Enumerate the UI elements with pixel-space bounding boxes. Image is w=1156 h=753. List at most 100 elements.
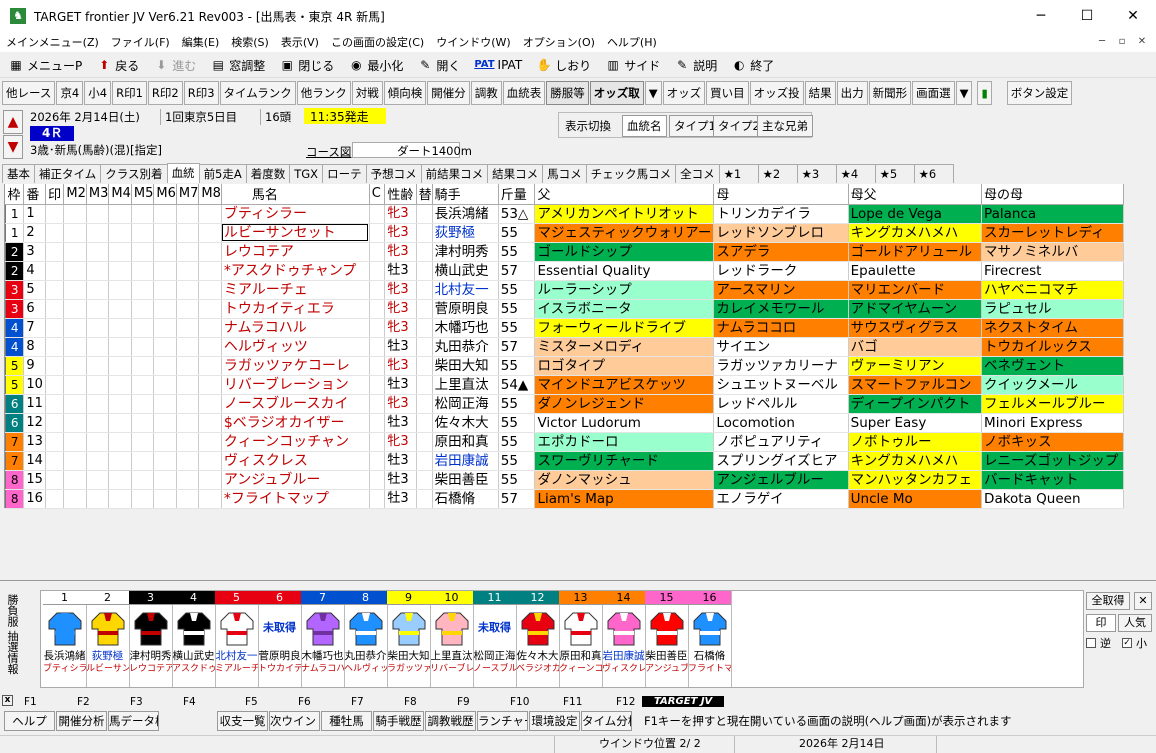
dams-dam[interactable]: Firecrest — [981, 261, 1124, 281]
menu-options[interactable]: オプション(O) — [523, 34, 595, 50]
silk-card[interactable]: 2 荻野極ルビーサンセット — [86, 591, 130, 687]
fkey-button-12[interactable]: タイム分析 — [581, 711, 632, 731]
mark-cell[interactable] — [153, 280, 177, 300]
mark-cell[interactable] — [45, 451, 65, 471]
mark-cell[interactable] — [198, 204, 222, 224]
horse-name[interactable]: アンジュブルー — [221, 470, 370, 490]
horse-name[interactable]: ルビーサンセット — [221, 223, 370, 243]
mark-cell[interactable] — [45, 261, 65, 281]
sire[interactable]: Victor Ludorum — [534, 413, 715, 433]
maximize-button[interactable]: ☐ — [1064, 0, 1110, 32]
toolbar2-button-3[interactable]: R印1 — [112, 81, 147, 105]
broodmare-sire[interactable]: アドマイヤムーン — [848, 299, 983, 319]
toolbar2-button-1[interactable]: 京4 — [56, 81, 84, 105]
mark-cell[interactable] — [108, 261, 132, 281]
mark-cell[interactable] — [86, 318, 110, 338]
course-map-button[interactable]: コース図 — [306, 144, 351, 160]
col-header-0[interactable]: 枠 — [5, 184, 25, 205]
horse-name[interactable]: リバーブレーション — [221, 375, 370, 395]
jockey-name[interactable]: 菅原明良 — [432, 299, 499, 319]
mark-cell[interactable] — [198, 356, 222, 376]
mark-cell[interactable] — [131, 394, 155, 414]
mark-cell[interactable] — [63, 337, 87, 357]
toolbar2-button-10[interactable]: 開催分 — [427, 81, 470, 105]
mark-cell[interactable] — [45, 280, 65, 300]
toolbar2-button-8[interactable]: 対戦 — [351, 81, 383, 105]
broodmare-sire[interactable]: ヴァーミリアン — [848, 356, 983, 376]
sire[interactable]: アメリカンペイトリオット — [534, 204, 715, 224]
mark-cell[interactable] — [198, 451, 222, 471]
mark-cell[interactable] — [86, 223, 110, 243]
table-row[interactable]: 4 7 ナムラコハル 牝3 木幡巧也 55 フォーウィールドライブ ナムラココロ サウスヴィグラ… — [4, 317, 1124, 338]
menu-view[interactable]: 表示(V) — [281, 34, 319, 50]
toolbar2-button-19[interactable]: 結果 — [804, 81, 836, 105]
mark-toggle[interactable]: 印 — [1086, 614, 1116, 632]
mark-cell[interactable] — [63, 451, 87, 471]
toolbar-menu-button[interactable]: ▦ メニューP — [8, 57, 82, 74]
toolbar2-button-7[interactable]: 他ランク — [296, 81, 351, 105]
mark-cell[interactable] — [153, 451, 177, 471]
mark-cell[interactable] — [86, 356, 110, 376]
dam[interactable]: カレイメモワール — [713, 299, 849, 319]
mark-cell[interactable] — [198, 318, 222, 338]
toolbar2-button-12[interactable]: 血統表 — [502, 81, 546, 105]
sire[interactable]: Liam's Map — [534, 489, 715, 509]
mark-cell[interactable] — [86, 432, 110, 452]
fkey-button-10[interactable]: ランチャー — [477, 711, 528, 731]
broodmare-sire[interactable]: ディープインパクト — [848, 394, 983, 414]
panel-close-button[interactable]: ✕ — [1134, 592, 1152, 610]
menu-screen-settings[interactable]: この画面の設定(C) — [331, 34, 424, 50]
dam[interactable]: レッドラーク — [713, 261, 849, 281]
tab-10[interactable]: 結果コメ — [487, 164, 544, 183]
jockey-name[interactable]: 柴田善臣 — [432, 470, 499, 490]
jockey-name[interactable]: 原田和真 — [432, 432, 499, 452]
jockey-name[interactable]: 荻野極 — [432, 223, 499, 243]
tab-8[interactable]: 予想コメ — [365, 164, 422, 183]
mark-cell[interactable] — [63, 223, 87, 243]
mark-cell[interactable] — [108, 451, 132, 471]
sire[interactable]: フォーウィールドライブ — [534, 318, 715, 338]
fkey-button-2[interactable]: 開催分析 — [56, 711, 107, 731]
col-header-9[interactable]: M8 — [198, 184, 222, 205]
jockey-name[interactable]: 北村友一 — [432, 280, 499, 300]
mdi-minimize-button[interactable]: ─ — [1094, 34, 1110, 50]
toolbar-exit-button[interactable]: ◐ 終了 — [731, 57, 774, 74]
dams-dam[interactable]: レニーズゴットジップ — [981, 451, 1124, 471]
mark-cell[interactable] — [45, 299, 65, 319]
dams-dam[interactable]: ベネヴェント — [981, 356, 1124, 376]
col-header-13[interactable]: 替 — [416, 184, 433, 205]
tab-0[interactable]: 基本 — [2, 164, 35, 183]
col-header-15[interactable]: 斤量 — [498, 184, 536, 205]
mark-cell[interactable] — [86, 280, 110, 300]
mark-cell[interactable] — [63, 204, 87, 224]
mark-cell[interactable] — [153, 318, 177, 338]
table-row[interactable]: 6 12 $ベラジオカイザー 牡3 佐々木大 55 Victor Ludorum Locomo… — [4, 412, 1124, 433]
toolbar2-button-18[interactable]: オッズ投 — [749, 81, 804, 105]
col-header-7[interactable]: M6 — [153, 184, 177, 205]
mark-cell[interactable] — [198, 261, 222, 281]
sire[interactable]: ロゴタイプ — [534, 356, 715, 376]
silk-card[interactable]: 16 石橋脩フライトマップ — [688, 591, 732, 687]
sire[interactable]: エポカドーロ — [534, 432, 715, 452]
mark-cell[interactable] — [198, 299, 222, 319]
mark-cell[interactable] — [86, 413, 110, 433]
mark-cell[interactable] — [45, 375, 65, 395]
close-button[interactable]: ✕ — [1110, 0, 1156, 32]
col-header-11[interactable]: C — [369, 184, 386, 205]
col-header-2[interactable]: 印 — [45, 184, 65, 205]
mark-cell[interactable] — [176, 451, 200, 471]
tab-4[interactable]: 前5走A — [198, 164, 247, 183]
broodmare-sire[interactable]: スマートファルコン — [848, 375, 983, 395]
mark-cell[interactable] — [45, 470, 65, 490]
mark-cell[interactable] — [45, 413, 65, 433]
horse-name[interactable]: レウコテア — [221, 242, 370, 262]
mdi-restore-button[interactable]: ▫ — [1114, 34, 1130, 50]
horse-name[interactable]: ラガッツァケコーレ — [221, 356, 370, 376]
broodmare-sire[interactable]: マンハッタンカフェ — [848, 470, 983, 490]
toolbar-help-doc-button[interactable]: ✎ 説明 — [674, 57, 717, 74]
silk-card[interactable]: 10 上里直汰リバーブレーション — [430, 591, 474, 687]
dam[interactable]: トリンカデイラ — [713, 204, 849, 224]
mark-cell[interactable] — [153, 432, 177, 452]
tab-12[interactable]: チェック馬コメ — [585, 164, 677, 183]
mark-cell[interactable] — [86, 451, 110, 471]
